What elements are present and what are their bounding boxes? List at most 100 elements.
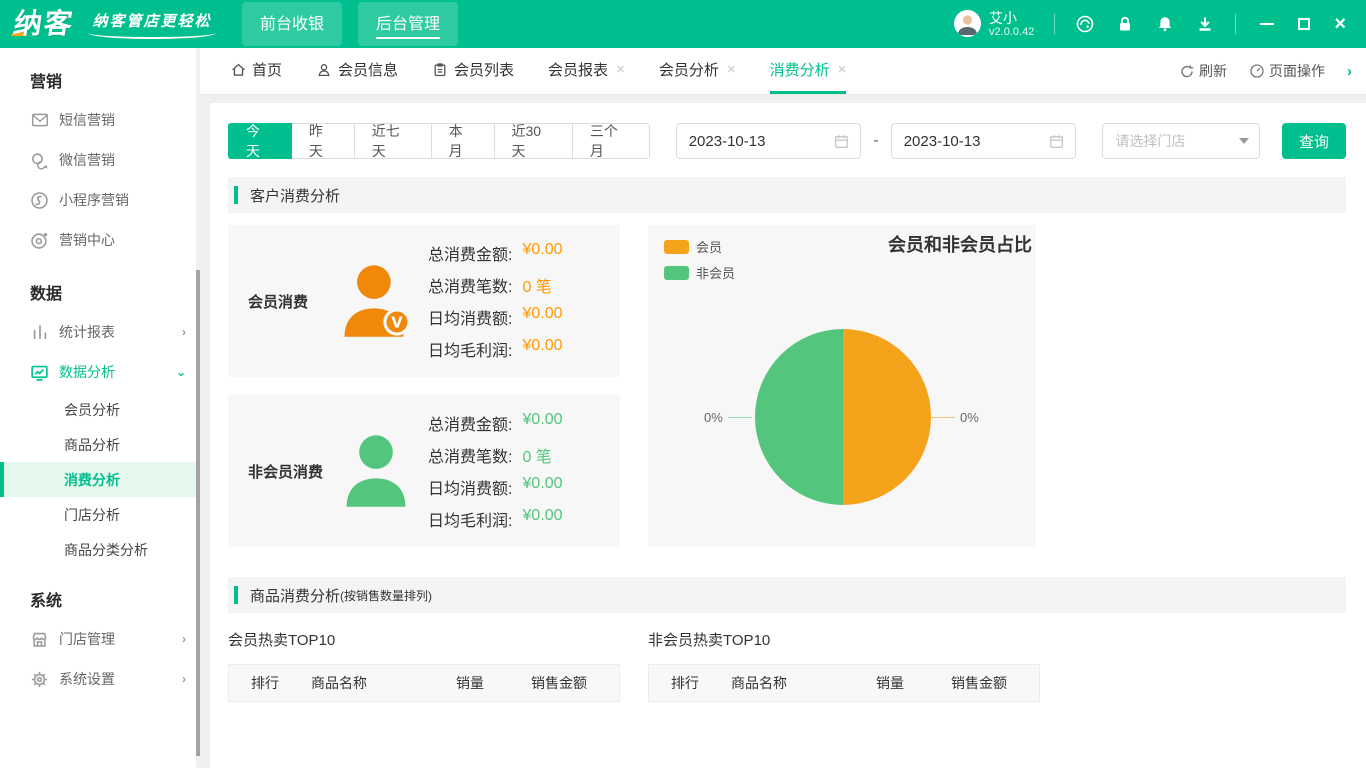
sidebar-sub-store-analysis[interactable]: 门店分析 (0, 497, 200, 532)
svg-text:V: V (391, 314, 403, 331)
window-close-button[interactable]: × (1334, 14, 1346, 34)
stat-value: ¥0.00 (522, 411, 563, 428)
nonmember-top10-title: 非会员热卖TOP10 (648, 632, 771, 649)
lock-icon[interactable] (1115, 14, 1135, 34)
sidebar-item-miniprogram-marketing[interactable]: 小程序营销 (0, 180, 200, 220)
close-icon[interactable]: × (616, 61, 625, 78)
page-actions-icon (1249, 63, 1265, 79)
calendar-icon (1048, 133, 1065, 150)
close-icon[interactable]: × (838, 61, 847, 78)
tab-member-info[interactable]: 会员信息 (316, 48, 398, 94)
date-range-button-group: 今天 昨天 近七天 本月 近30天 三个月 (228, 123, 650, 159)
app-window: 纳客 纳客管店更轻松 前台收银 后台管理 艾小 v2.0.0.42 × 营销 短… (0, 0, 1366, 768)
sidebar-item-store-management[interactable]: 门店管理 › (0, 619, 200, 659)
stat-row: 总消费金额: ¥0.00 (428, 411, 563, 434)
close-icon[interactable]: × (727, 61, 736, 78)
legend-item-nonmember[interactable]: 非会员 (664, 263, 735, 282)
sidebar-item-marketing-center[interactable]: 营销中心 (0, 220, 200, 260)
bar-chart-icon (30, 323, 49, 342)
chart-legend: 会员 非会员 (664, 237, 735, 282)
sidebar-item-data-analysis[interactable]: 数据分析 ⌄ (0, 352, 200, 392)
user-profile[interactable]: 艾小 v2.0.0.42 (954, 10, 1034, 39)
filter-yesterday-button[interactable]: 昨天 (290, 123, 355, 159)
download-icon[interactable] (1195, 14, 1215, 34)
sidebar-sub-member-analysis[interactable]: 会员分析 (0, 392, 200, 427)
end-date-input[interactable]: 2023-10-13 (890, 123, 1077, 159)
bell-icon[interactable] (1155, 14, 1175, 34)
sidebar-section-system: 系统 (30, 593, 63, 610)
window-minimize-button[interactable] (1260, 22, 1275, 25)
wechat-icon (30, 151, 49, 170)
logo-text: 纳客 (11, 8, 77, 39)
legend-item-member[interactable]: 会员 (664, 237, 735, 256)
home-icon (230, 61, 247, 78)
section-product-consumption: 商品消费分析 (按销售数量排列) (228, 577, 1346, 613)
page-actions-button[interactable]: 页面操作 (1249, 61, 1325, 81)
clipboard-icon (432, 61, 449, 78)
sidebar-sub-product-analysis[interactable]: 商品分析 (0, 427, 200, 462)
pie-label-nonmember: 0% (704, 410, 752, 425)
tab-member-list[interactable]: 会员列表 (432, 48, 514, 94)
member-top10-table-header: 排行 商品名称 销量 销售金额 (228, 664, 620, 702)
leader-line (727, 417, 752, 418)
legend-chip-orange (664, 239, 689, 254)
nonmember-top10-table-header: 排行 商品名称 销量 销售金额 (648, 664, 1040, 702)
sidebar-section-data: 数据 (30, 286, 63, 303)
chevron-down-icon (1239, 138, 1250, 144)
pie-label-member: 0% (931, 410, 979, 425)
backend-management-button[interactable]: 后台管理 (358, 2, 459, 46)
legend-chip-green (664, 265, 689, 280)
sidebar-sub-category-analysis[interactable]: 商品分类分析 (0, 532, 200, 567)
stat-row: 日均毛利润: ¥0.00 (428, 337, 563, 360)
pie-chart-panel: 会员 非会员 会员和非会员占比 0% 0% (648, 225, 1036, 547)
filter-last30days-button[interactable]: 近30天 (493, 123, 573, 159)
content-area: 今天 昨天 近七天 本月 近30天 三个月 2023-10-13 - 2023-… (200, 95, 1366, 768)
refresh-button[interactable]: 刷新 (1179, 61, 1227, 81)
nonmember-person-icon (332, 429, 420, 513)
avatar[interactable] (954, 10, 982, 38)
tab-consumption-analysis[interactable]: 消费分析 × (769, 48, 847, 94)
chevron-right-icon[interactable]: › (1347, 63, 1352, 80)
tab-home[interactable]: 首页 (230, 48, 282, 94)
stat-value: 0 笔 (522, 279, 552, 296)
tab-member-report[interactable]: 会员报表 × (548, 48, 625, 94)
sidebar-sub-consumption-analysis[interactable]: 消费分析 (0, 462, 200, 497)
store-select[interactable]: 请选择门店 (1102, 123, 1261, 159)
stat-value: ¥0.00 (522, 305, 563, 322)
query-button[interactable]: 查询 (1282, 123, 1346, 159)
support-icon[interactable] (1075, 14, 1095, 34)
analytics-icon (30, 363, 49, 382)
window-maximize-button[interactable] (1298, 17, 1311, 30)
consumption-analysis-panel: 今天 昨天 近七天 本月 近30天 三个月 2023-10-13 - 2023-… (210, 103, 1366, 768)
stat-row: 总消费笔数: 0 笔 (428, 273, 563, 297)
filter-this-month-button[interactable]: 本月 (430, 123, 495, 159)
section-accent-bar (234, 186, 238, 204)
sidebar-item-system-settings[interactable]: 系统设置 › (0, 659, 200, 699)
header-divider (1235, 13, 1237, 34)
section-customer-consumption: 客户消费分析 (228, 177, 1346, 213)
stat-row: 日均毛利润: ¥0.00 (428, 507, 563, 530)
nonmember-top10-block: 非会员热卖TOP10 排行 商品名称 销量 销售金额 (648, 629, 1040, 702)
filter-today-button[interactable]: 今天 (228, 123, 292, 159)
app-version: v2.0.0.42 (989, 25, 1035, 38)
sidebar-item-sms-marketing[interactable]: 短信营销 (0, 100, 200, 140)
tab-member-analysis[interactable]: 会员分析 × (659, 48, 736, 94)
member-top10-block: 会员热卖TOP10 排行 商品名称 销量 销售金额 (228, 629, 620, 702)
user-icon (316, 61, 333, 78)
chevron-right-icon: › (182, 672, 186, 686)
sidebar-scrollbar-thumb[interactable] (196, 270, 200, 756)
sidebar-item-wechat-marketing[interactable]: 微信营销 (0, 140, 200, 180)
chevron-right-icon: › (182, 325, 186, 339)
sidebar-item-stat-report[interactable]: 统计报表 › (0, 312, 200, 352)
store-select-placeholder: 请选择门店 (1115, 133, 1186, 149)
refresh-icon (1179, 63, 1195, 79)
sidebar: 营销 短信营销 微信营销 小程序营销 营销中心 数据 统计报表 › 数据分析 ⌄… (0, 48, 200, 768)
filter-last7days-button[interactable]: 近七天 (353, 123, 432, 159)
start-date-input[interactable]: 2023-10-13 (675, 123, 862, 159)
front-cashier-button[interactable]: 前台收银 (242, 2, 343, 46)
brand-slogan: 纳客管店更轻松 (88, 10, 217, 39)
member-consumption-card: 会员消费 V 总消费金额: ¥0.00 总消费笔数: 0 笔 日均消费额: ¥0.00… (228, 225, 620, 377)
miniprogram-icon (30, 191, 49, 210)
filter-three-months-button[interactable]: 三个月 (571, 123, 650, 159)
stat-value: 0 笔 (522, 449, 552, 466)
